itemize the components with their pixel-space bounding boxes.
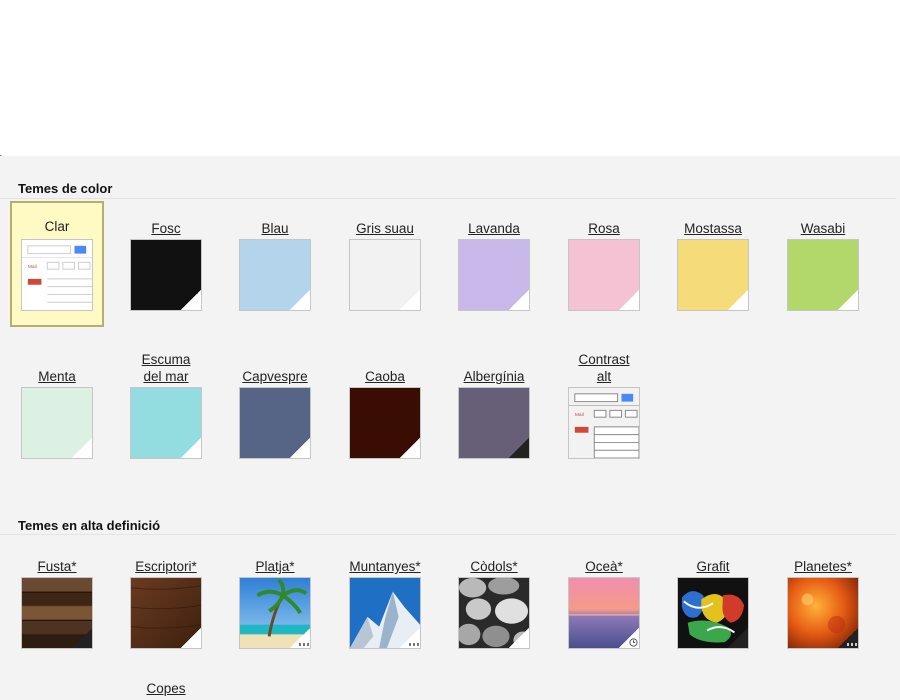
theme-escuma-del-mar[interactable]: Escuma del mar [119, 349, 213, 475]
theme-swatch-alberginia [458, 387, 530, 459]
theme-platja[interactable]: Platja* [228, 539, 322, 665]
theme-swatch-contrast-alt: Mail [568, 387, 640, 459]
page-fold-icon [508, 627, 529, 648]
theme-gris-suau[interactable]: Gris suau [338, 201, 432, 327]
theme-label: Wasabi [800, 221, 846, 236]
theme-swatch-escuma-del-mar [130, 387, 202, 459]
theme-rosa[interactable]: Rosa [557, 201, 651, 327]
theme-label: Escriptori* [135, 559, 197, 574]
theme-swatch-mostassa [677, 239, 749, 311]
theme-label: Contrast alt [578, 352, 630, 384]
theme-swatch-planetes [787, 577, 859, 649]
page-fold-icon [837, 289, 858, 310]
theme-blau[interactable]: Blau [228, 201, 322, 327]
theme-ocea[interactable]: Oceà* [557, 539, 651, 665]
theme-label: Caoba [365, 369, 405, 384]
theme-label: Còdols* [470, 559, 518, 574]
theme-fusta[interactable]: Fusta* [10, 539, 104, 665]
theme-swatch-platja [239, 577, 311, 649]
theme-label: Rosa [588, 221, 620, 236]
theme-mostassa[interactable]: Mostassa [666, 201, 760, 327]
theme-swatch-clar: Mail [21, 239, 93, 311]
theme-capvespre[interactable]: Capvespre [228, 349, 322, 475]
svg-text:Mail: Mail [575, 412, 584, 418]
page-fold-icon [71, 437, 92, 458]
theme-label: Capvespre [242, 369, 308, 384]
page-fold-icon [508, 437, 529, 458]
theme-planetes[interactable]: Planetes* [776, 539, 870, 665]
hd-themes-heading: Temes en alta definició [18, 518, 161, 533]
theme-swatch-wasabi [787, 239, 859, 311]
themes-panel: Temes de color Clar Mail Fosc Blau Gris … [0, 156, 900, 700]
theme-swatch-lavanda [458, 239, 530, 311]
page-fold-icon [399, 289, 420, 310]
theme-label: Albergínia [463, 369, 525, 384]
color-themes-heading: Temes de color [18, 181, 113, 196]
page-fold-icon [180, 627, 201, 648]
theme-wasabi[interactable]: Wasabi [776, 201, 870, 327]
page-fold-icon [399, 627, 420, 648]
theme-swatch-codols [458, 577, 530, 649]
theme-label: Planetes* [794, 559, 852, 574]
theme-swatch-grafit [677, 577, 749, 649]
theme-label: Menta [38, 369, 76, 384]
theme-lavanda[interactable]: Lavanda [447, 201, 541, 327]
theme-swatch-escriptori [130, 577, 202, 649]
theme-codols[interactable]: Còdols* [447, 539, 541, 665]
page-fold-icon [508, 289, 529, 310]
page-fold-icon [289, 289, 310, 310]
theme-label: Muntanyes* [349, 559, 421, 574]
theme-label: Blau [261, 221, 289, 236]
page-fold-icon [289, 627, 310, 648]
clock-icon [629, 638, 638, 647]
theme-label: Gris suau [356, 221, 414, 236]
page-fold-icon [837, 627, 858, 648]
theme-swatch-rosa [568, 239, 640, 311]
theme-label: Fosc [151, 221, 181, 236]
theme-label: Grafit [696, 559, 730, 574]
theme-swatch-ocea [568, 577, 640, 649]
page-fold-icon [618, 627, 639, 648]
page-fold-icon [180, 437, 201, 458]
theme-contrast-alt[interactable]: Contrast alt Mail [557, 349, 651, 475]
theme-label: Copes [146, 681, 186, 696]
svg-text:Mail: Mail [28, 264, 37, 270]
theme-swatch-fosc [130, 239, 202, 311]
theme-copes[interactable]: Copes [119, 669, 213, 700]
theme-grafit[interactable]: Grafit [666, 539, 760, 665]
theme-swatch-capvespre [239, 387, 311, 459]
theme-caoba[interactable]: Caoba [338, 349, 432, 475]
page-fold-icon [71, 627, 92, 648]
page-fold-icon [727, 289, 748, 310]
theme-swatch-gris-suau [349, 239, 421, 311]
theme-label: Fusta* [37, 559, 77, 574]
theme-swatch-caoba [349, 387, 421, 459]
theme-label: Lavanda [468, 221, 520, 236]
theme-label: Oceà* [585, 559, 623, 574]
page-fold-icon [180, 289, 201, 310]
page-fold-icon [289, 437, 310, 458]
hd-themes-divider [0, 534, 896, 535]
theme-muntanyes[interactable]: Muntanyes* [338, 539, 432, 665]
theme-label: Platja* [255, 559, 295, 574]
page-fold-icon [618, 289, 639, 310]
theme-swatch-muntanyes [349, 577, 421, 649]
theme-label: Escuma del mar [141, 352, 191, 384]
theme-swatch-menta [21, 387, 93, 459]
theme-clar[interactable]: Clar Mail [10, 201, 104, 327]
theme-swatch-blau [239, 239, 311, 311]
theme-swatch-fusta [21, 577, 93, 649]
page-fold-icon [727, 627, 748, 648]
light-theme-preview-icon: Mail [22, 240, 92, 310]
theme-label: Clar [44, 219, 70, 234]
theme-menta[interactable]: Menta [10, 349, 104, 475]
high-contrast-preview-icon: Mail [569, 388, 639, 458]
theme-escriptori[interactable]: Escriptori* [119, 539, 213, 665]
color-themes-divider [0, 198, 896, 199]
theme-fosc[interactable]: Fosc [119, 201, 213, 327]
page-fold-icon [399, 437, 420, 458]
theme-alberginia[interactable]: Albergínia [447, 349, 541, 475]
theme-label: Mostassa [684, 221, 742, 236]
